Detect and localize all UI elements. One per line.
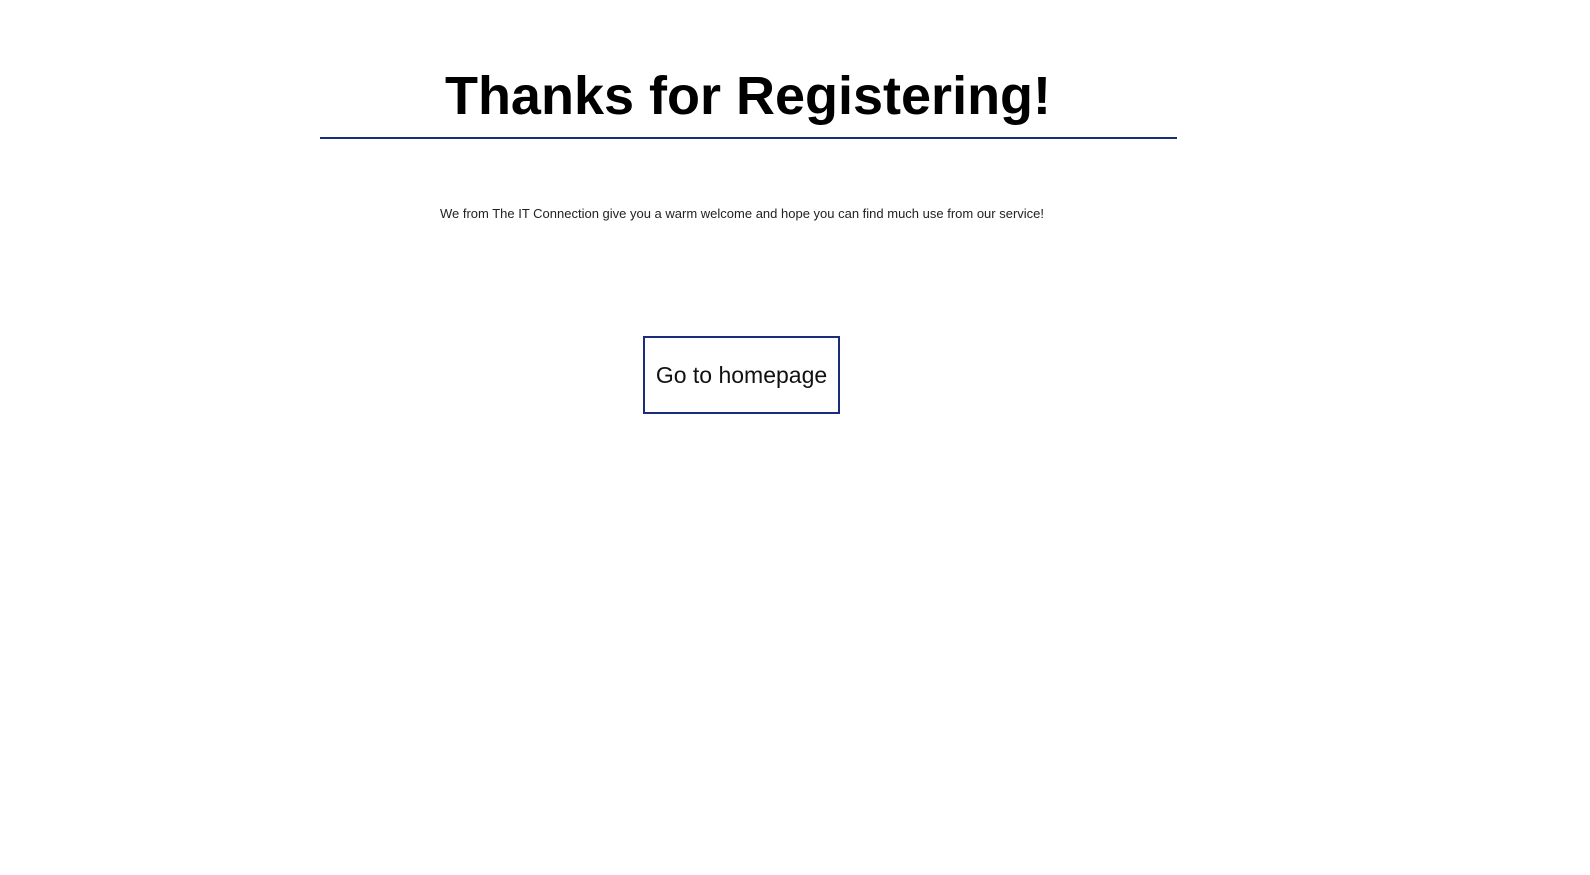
page-title: Thanks for Registering! xyxy=(444,66,1052,126)
go-to-homepage-button[interactable]: Go to homepage xyxy=(643,336,840,414)
welcome-message: We from The IT Connection give you a war… xyxy=(439,206,1045,221)
registration-confirmation-page: Thanks for Registering! We from The IT C… xyxy=(0,0,1590,875)
title-divider xyxy=(320,137,1177,139)
